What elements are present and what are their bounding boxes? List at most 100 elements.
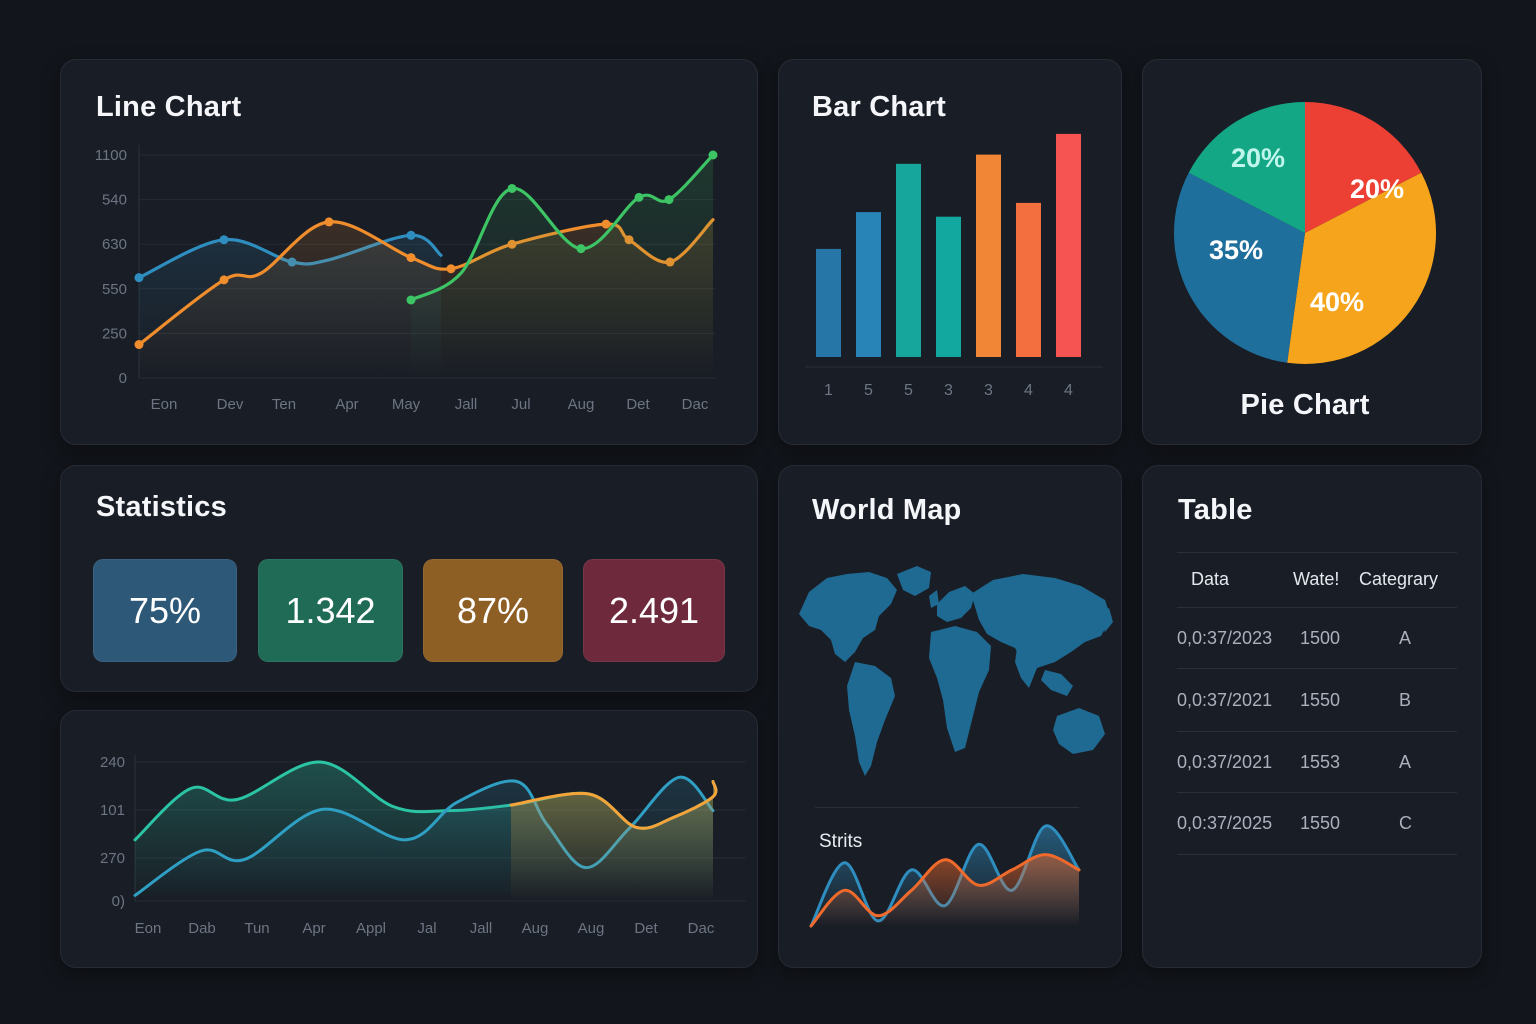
table-top-divider: [1177, 552, 1457, 553]
table-cell: 1553: [1300, 752, 1341, 772]
x-tick-label: Dab: [188, 920, 216, 937]
line-point: [324, 217, 334, 227]
x-tick-label: Appl: [356, 920, 386, 937]
table-cell: 0,0:37/2021: [1177, 690, 1273, 710]
x-tick-label: Tun: [244, 920, 269, 937]
bar: [816, 248, 841, 357]
line-point: [134, 340, 144, 350]
y-tick-label: 240: [100, 754, 125, 771]
area-chart-panel: 240 101 270 0) Eon Dab Tun Apr Appl Jal Jall Aug Aug…: [60, 710, 758, 968]
table-cell: 1550: [1300, 690, 1341, 710]
stat-card-3: 87%: [423, 559, 563, 662]
x-tick-label: Apr: [302, 920, 325, 937]
line-chart-panel: Line Chart 1100 540 630 550 250 0 Eon Dev Ten Apr…: [60, 59, 758, 445]
line-point: [664, 195, 674, 205]
table-cell: 1550: [1300, 813, 1341, 833]
y-tick-label: 250: [102, 325, 127, 342]
x-tick-label: Dev: [217, 396, 244, 413]
stat-card-2: 1.342: [258, 559, 403, 662]
bar-chart: 1 5 5 3 3 4 4: [805, 133, 1103, 399]
mini-area-chart: [809, 824, 1081, 928]
x-tick-label: Eon: [151, 396, 178, 413]
pie-slice-label: 40%: [1310, 287, 1364, 317]
bar: [976, 154, 1001, 357]
line-point: [406, 295, 416, 305]
y-tick-label: 550: [102, 281, 127, 298]
x-tick-label: Aug: [578, 920, 605, 937]
bar-category-label: 4: [1064, 382, 1073, 399]
table-cell: B: [1399, 690, 1412, 710]
table-header-divider: [1177, 607, 1457, 608]
bar: [896, 163, 921, 357]
pie-chart-panel: 20% 40% 35% 20% Pie Chart: [1142, 59, 1482, 445]
table-row-divider: [1177, 854, 1457, 855]
x-tick-label: Dac: [688, 920, 715, 937]
x-tick-label: Apr: [335, 396, 358, 413]
table-panel: Table Data Wate! Categrary 0,0:37/2023 1…: [1142, 465, 1482, 968]
x-tick-label: Ten: [272, 396, 296, 413]
x-tick-label: Aug: [522, 920, 549, 937]
x-tick-label: Jal: [417, 920, 436, 937]
line-point: [634, 192, 644, 202]
stat-card-4: 2.491: [583, 559, 725, 662]
table-header-category: Categrary: [1359, 569, 1439, 589]
stat-card-1: 75%: [93, 559, 237, 662]
bar: [1016, 202, 1041, 357]
y-tick-label: 0: [119, 370, 127, 387]
y-tick-label: 630: [102, 236, 127, 253]
table-title: Table: [1178, 494, 1253, 526]
x-tick-label: Jul: [511, 396, 530, 413]
line-point: [219, 235, 229, 245]
y-tick-label: 540: [102, 192, 127, 209]
y-tick-label: 0): [112, 893, 125, 910]
x-tick-label: Jall: [470, 920, 493, 937]
bar-category-label: 4: [1024, 382, 1033, 399]
x-tick-label: Dac: [682, 396, 709, 413]
table-cell: 1500: [1300, 628, 1341, 648]
y-tick-label: 101: [100, 802, 125, 819]
table-cell: A: [1399, 752, 1412, 772]
bar-category-label: 5: [904, 382, 913, 399]
x-tick-label: May: [392, 396, 421, 413]
line-chart: 1100 540 630 550 250 0 Eon Dev Ten Apr May Jall Jul A…: [95, 145, 718, 413]
line-point: [219, 275, 229, 285]
line-point: [601, 219, 611, 229]
x-tick-label: Det: [626, 396, 650, 413]
line-point: [507, 183, 517, 193]
bar-category-label: 3: [944, 382, 953, 399]
line-point: [576, 244, 586, 254]
table-cell: C: [1399, 813, 1412, 833]
table-row-divider: [1177, 731, 1457, 732]
pie-slice-label: 35%: [1209, 235, 1263, 265]
table-header-value: Wate!: [1293, 569, 1340, 589]
bar: [936, 216, 961, 357]
bar: [1056, 133, 1081, 357]
bar-category-label: 5: [864, 382, 873, 399]
pie-slice-label: 20%: [1231, 143, 1285, 173]
area-chart: 240 101 270 0) Eon Dab Tun Apr Appl Jal Jall Aug Aug…: [100, 754, 746, 937]
table-cell: A: [1399, 628, 1412, 648]
line-point: [708, 150, 718, 160]
statistics-panel: Statistics 75% 1.342 87% 2.491: [60, 465, 758, 692]
table-cell: 0,0:37/2023: [1177, 628, 1273, 648]
table-cell: 0,0:37/2025: [1177, 813, 1273, 833]
world-map-panel: World Map Strits: [778, 465, 1122, 968]
bar-category-label: 1: [824, 382, 833, 399]
line-point: [446, 264, 456, 274]
line-point: [406, 253, 416, 263]
pie-chart-title: Pie Chart: [1240, 389, 1370, 421]
x-tick-label: Aug: [568, 396, 595, 413]
x-tick-label: Eon: [135, 920, 162, 937]
statistics-title: Statistics: [96, 491, 227, 523]
y-tick-label: 270: [100, 850, 125, 867]
bar: [856, 212, 881, 357]
bar-chart-panel: Bar Chart 1553344: [778, 59, 1122, 445]
bar-category-label: 3: [984, 382, 993, 399]
pie-chart: 20% 40% 35% 20%: [1173, 102, 1437, 365]
table-header-data: Data: [1191, 569, 1230, 589]
x-tick-label: Det: [634, 920, 658, 937]
x-tick-label: Jall: [455, 396, 478, 413]
table-cell: 0,0:37/2021: [1177, 752, 1273, 772]
y-tick-label: 1100: [95, 147, 127, 164]
pie-slice-label: 20%: [1350, 174, 1404, 204]
